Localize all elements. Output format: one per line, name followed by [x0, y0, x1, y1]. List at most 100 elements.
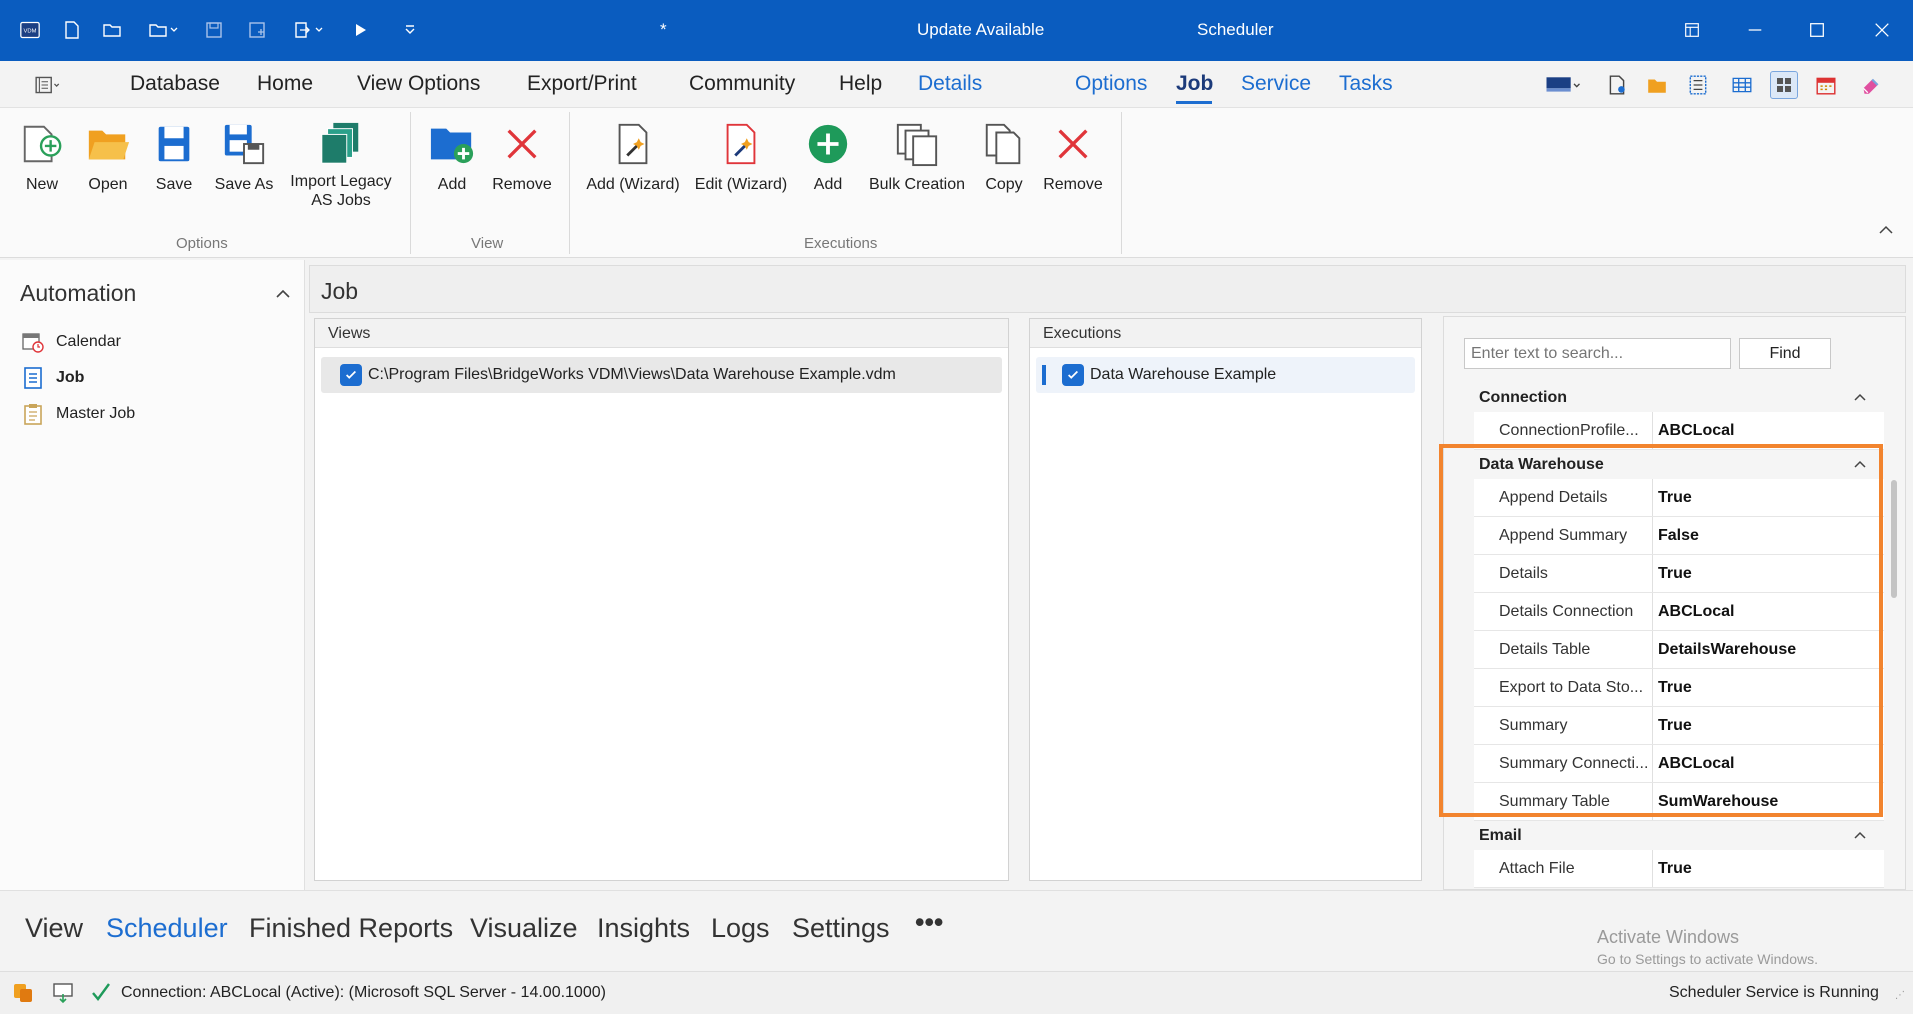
nav-view[interactable]: View [25, 913, 83, 944]
remove-execution-button[interactable]: Remove [1041, 120, 1105, 194]
property-row[interactable]: Summary True [1474, 707, 1884, 745]
nav-settings[interactable]: Settings [792, 913, 890, 944]
import-legacy-button[interactable]: Import Legacy AS Jobs [286, 120, 396, 210]
sidebar-toggle-icon[interactable] [34, 71, 62, 99]
nav-calendar[interactable]: Calendar [22, 331, 121, 353]
property-value[interactable]: ABCLocal [1658, 603, 1734, 621]
add-wizard-button[interactable]: Add (Wizard) [584, 120, 682, 194]
property-value[interactable]: ABCLocal [1658, 755, 1734, 773]
property-row[interactable]: Details Connection ABCLocal [1474, 593, 1884, 631]
bulk-creation-button[interactable]: Bulk Creation [865, 120, 969, 194]
add-execution-button[interactable]: Add [804, 120, 852, 194]
property-value[interactable]: DetailsWarehouse [1658, 641, 1796, 659]
view-row[interactable]: C:\Program Files\BridgeWorks VDM\Views\D… [321, 357, 1002, 393]
run-icon[interactable] [348, 18, 372, 42]
eraser-icon[interactable] [1856, 71, 1884, 99]
property-row[interactable]: Append Summary False [1474, 517, 1884, 555]
add-view-button[interactable]: Add [428, 120, 476, 194]
page-settings-icon[interactable] [1603, 71, 1631, 99]
property-row[interactable]: Export to Data Sto... True [1474, 669, 1884, 707]
calendar-icon[interactable] [1812, 71, 1840, 99]
collapse-ribbon-icon[interactable] [1876, 220, 1900, 244]
view-checkbox[interactable] [340, 364, 362, 386]
list-view-icon[interactable] [1684, 71, 1712, 99]
edit-wizard-button[interactable]: Edit (Wizard) [692, 120, 790, 194]
grid-view-icon[interactable] [1728, 71, 1756, 99]
property-row[interactable]: Details True [1474, 555, 1884, 593]
app-logo-icon: VDM [18, 18, 42, 42]
nav-insights[interactable]: Insights [597, 913, 690, 944]
menu-community[interactable]: Community [689, 72, 795, 96]
property-value[interactable]: True [1658, 717, 1692, 735]
server-download-icon[interactable] [52, 982, 74, 1009]
property-value[interactable]: True [1658, 679, 1692, 697]
collapse-chevron-icon[interactable] [1852, 828, 1868, 849]
nav-visualize[interactable]: Visualize [470, 913, 578, 944]
execution-checkbox[interactable] [1062, 364, 1084, 386]
maximize-button[interactable] [1801, 14, 1833, 46]
save-as-button[interactable]: Save As [213, 120, 275, 194]
category-connection[interactable]: Connection [1444, 383, 1884, 412]
open-button[interactable]: Open [84, 120, 132, 194]
tab-tasks[interactable]: Tasks [1339, 72, 1393, 96]
save-as-icon[interactable] [245, 18, 269, 42]
property-value[interactable]: SumWarehouse [1658, 793, 1778, 811]
find-button[interactable]: Find [1739, 338, 1831, 369]
property-row[interactable]: Summary Connecti... ABCLocal [1474, 745, 1884, 783]
customize-toolbar-icon[interactable] [398, 18, 422, 42]
database-icon[interactable] [12, 982, 34, 1009]
remove-view-button[interactable]: Remove [490, 120, 554, 194]
restore-layout-icon[interactable] [1676, 14, 1708, 46]
tab-job[interactable]: Job [1176, 72, 1213, 96]
menu-details[interactable]: Details [918, 72, 982, 96]
property-row[interactable]: Details Table DetailsWarehouse [1474, 631, 1884, 669]
category-data-warehouse[interactable]: Data Warehouse [1444, 450, 1884, 479]
menu-home[interactable]: Home [257, 72, 313, 96]
export-dropdown-icon[interactable] [288, 18, 328, 42]
property-value[interactable]: ABCLocal [1658, 422, 1734, 440]
open-recent-dropdown-icon[interactable] [143, 18, 183, 42]
menu-database[interactable]: Database [130, 72, 220, 96]
property-row[interactable]: Append Details True [1474, 479, 1884, 517]
more-options-button[interactable]: ••• [915, 907, 943, 938]
property-value[interactable]: True [1658, 860, 1692, 878]
collapse-chevron-icon[interactable] [1852, 457, 1868, 478]
property-scrollbar[interactable] [1891, 480, 1897, 598]
menu-view-options[interactable]: View Options [357, 72, 480, 96]
property-value[interactable]: False [1658, 527, 1699, 545]
property-row[interactable]: Attach File True [1474, 850, 1884, 888]
property-search-input[interactable] [1464, 338, 1731, 369]
folder-icon[interactable] [1643, 71, 1671, 99]
property-value[interactable]: True [1658, 565, 1692, 583]
nav-master-job[interactable]: Master Job [22, 403, 135, 425]
property-row[interactable]: Summary Table SumWarehouse [1474, 783, 1884, 821]
close-button[interactable] [1866, 14, 1898, 46]
collapse-automation-icon[interactable] [273, 284, 293, 309]
open-folder-icon[interactable] [100, 18, 124, 42]
new-button[interactable]: New [18, 120, 66, 194]
tile-view-icon[interactable] [1770, 71, 1798, 99]
collapse-chevron-icon[interactable] [1852, 390, 1868, 411]
nav-job[interactable]: Job [22, 367, 84, 389]
resize-grip-icon[interactable]: ⋰ [1895, 990, 1905, 1001]
category-email[interactable]: Email [1444, 821, 1884, 850]
nav-scheduler[interactable]: Scheduler [106, 913, 228, 944]
copy-button[interactable]: Copy [980, 120, 1028, 194]
menu-export-print[interactable]: Export/Print [527, 72, 637, 96]
theme-color-icon[interactable] [1543, 71, 1583, 99]
activate-windows-title: Activate Windows [1597, 927, 1740, 947]
tab-service[interactable]: Service [1241, 72, 1311, 96]
nav-finished-reports[interactable]: Finished Reports [249, 913, 453, 944]
nav-logs[interactable]: Logs [711, 913, 770, 944]
tab-options[interactable]: Options [1075, 72, 1147, 96]
save-icon[interactable] [202, 18, 226, 42]
view-group-label: View [471, 235, 504, 252]
new-file-icon[interactable] [60, 18, 84, 42]
update-available-link[interactable]: Update Available [917, 20, 1044, 40]
property-row[interactable]: ConnectionProfile... ABCLocal [1474, 412, 1884, 450]
execution-row[interactable]: Data Warehouse Example [1036, 357, 1415, 393]
minimize-button[interactable] [1739, 14, 1771, 46]
save-button[interactable]: Save [150, 120, 198, 194]
property-value[interactable]: True [1658, 489, 1692, 507]
menu-help[interactable]: Help [839, 72, 882, 96]
